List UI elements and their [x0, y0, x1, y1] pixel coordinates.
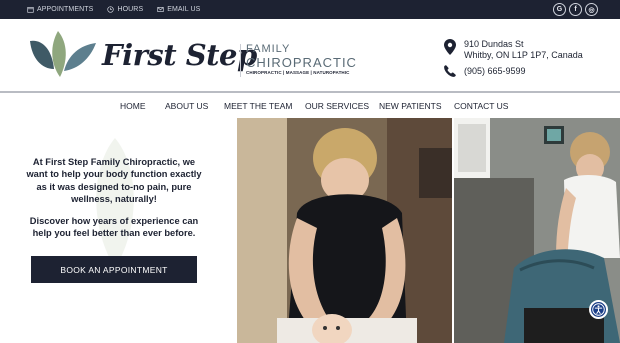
address-line2: Whitby, ON L1P 1P7, Canada — [464, 50, 583, 60]
book-appointment-button[interactable]: BOOK AN APPOINTMENT — [31, 256, 197, 283]
social-links: G f ◎ — [550, 3, 598, 16]
hero-sub-text: Discover how years of experience can hel… — [29, 216, 199, 239]
address-line1: 910 Dundas St — [464, 39, 524, 49]
map-pin-icon — [444, 39, 456, 55]
hours-label: HOURS — [117, 6, 144, 13]
brand-name[interactable]: First Step — [102, 38, 257, 72]
hours-link[interactable]: HOURS — [107, 6, 143, 13]
main-nav: HOME ABOUT US MEET THE TEAM OUR SERVICES… — [0, 91, 620, 118]
brand-tagline: CHIROPRACTIC | MASSAGE | NATUROPATHIC — [246, 70, 350, 75]
hero-section: At First Step Family Chiropractic, we wa… — [0, 118, 620, 343]
photo-illustration-1 — [237, 118, 452, 343]
hero-intro-text: At First Step Family Chiropractic, we wa… — [26, 157, 202, 205]
phone-icon — [444, 65, 456, 77]
nav-home[interactable]: HOME — [120, 101, 146, 111]
nav-contact-us[interactable]: CONTACT US — [454, 101, 508, 111]
clock-icon — [107, 6, 115, 13]
appointments-link[interactable]: APPOINTMENTS — [27, 6, 93, 13]
appointments-label: APPOINTMENTS — [37, 6, 94, 13]
nav-about-us[interactable]: ABOUT US — [165, 101, 208, 111]
top-links: APPOINTMENTS HOURS EMAIL US — [27, 0, 214, 19]
accessibility-figure-icon — [592, 303, 605, 316]
hero-text-panel: At First Step Family Chiropractic, we wa… — [0, 118, 237, 343]
nav-our-services[interactable]: OUR SERVICES — [305, 101, 369, 111]
nav-meet-the-team[interactable]: MEET THE TEAM — [224, 101, 293, 111]
brand-family: FAMILY — [246, 43, 291, 55]
email-us-label: EMAIL US — [167, 6, 201, 13]
hero-photo-baby-adjustment — [237, 118, 452, 343]
top-utility-bar: APPOINTMENTS HOURS EMAIL US G f ◎ — [0, 0, 620, 19]
calendar-icon — [27, 7, 34, 13]
instagram-icon[interactable]: ◎ — [585, 3, 598, 16]
brand-chiropractic: CHIROPRACTIC — [246, 55, 357, 70]
accessibility-icon[interactable] — [589, 300, 608, 319]
nav-new-patients[interactable]: NEW PATIENTS — [379, 101, 442, 111]
phone-number: (905) 665-9599 — [464, 66, 526, 76]
facebook-icon[interactable]: f — [569, 3, 582, 16]
google-icon[interactable]: G — [553, 3, 566, 16]
email-us-link[interactable]: EMAIL US — [157, 6, 200, 13]
brand-divider — [240, 44, 241, 77]
site-header: First Step FAMILY CHIROPRACTIC CHIROPRAC… — [0, 19, 620, 91]
leaves-logo-icon[interactable] — [28, 29, 98, 81]
envelope-icon — [157, 7, 164, 12]
